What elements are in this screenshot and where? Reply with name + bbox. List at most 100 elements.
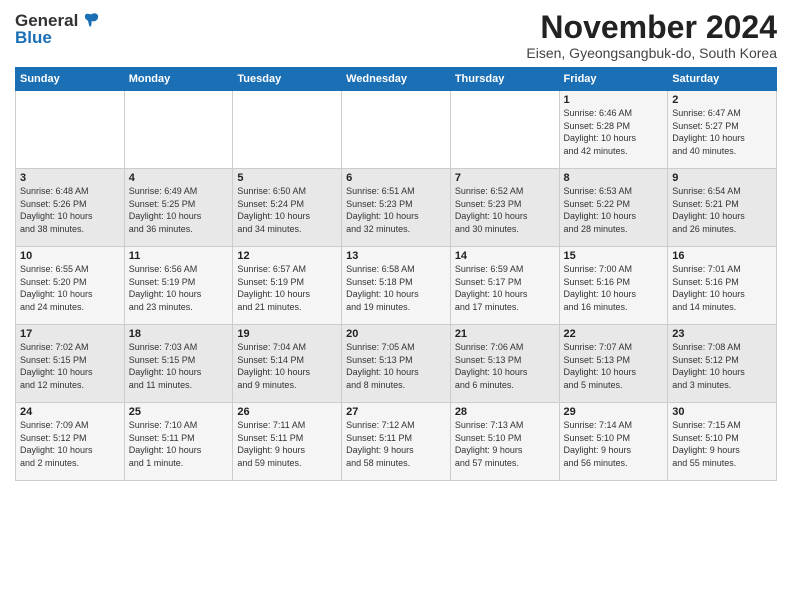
col-wednesday: Wednesday	[342, 68, 451, 91]
month-title: November 2024	[526, 10, 777, 45]
day-number: 18	[129, 328, 229, 340]
day-number: 3	[20, 172, 120, 184]
calendar-week-row-1: 1Sunrise: 6:46 AM Sunset: 5:28 PM Daylig…	[16, 91, 777, 169]
calendar-cell: 22Sunrise: 7:07 AM Sunset: 5:13 PM Dayli…	[559, 325, 668, 403]
day-info: Sunrise: 7:07 AM Sunset: 5:13 PM Dayligh…	[564, 341, 664, 391]
calendar-cell: 11Sunrise: 6:56 AM Sunset: 5:19 PM Dayli…	[124, 247, 233, 325]
calendar-cell: 27Sunrise: 7:12 AM Sunset: 5:11 PM Dayli…	[342, 403, 451, 481]
calendar-week-row-2: 3Sunrise: 6:48 AM Sunset: 5:26 PM Daylig…	[16, 169, 777, 247]
day-info: Sunrise: 6:46 AM Sunset: 5:28 PM Dayligh…	[564, 107, 664, 157]
col-thursday: Thursday	[450, 68, 559, 91]
day-info: Sunrise: 6:47 AM Sunset: 5:27 PM Dayligh…	[672, 107, 772, 157]
calendar-cell: 19Sunrise: 7:04 AM Sunset: 5:14 PM Dayli…	[233, 325, 342, 403]
logo-blue: Blue	[15, 28, 52, 48]
day-number: 4	[129, 172, 229, 184]
calendar-cell	[16, 91, 125, 169]
calendar-cell: 15Sunrise: 7:00 AM Sunset: 5:16 PM Dayli…	[559, 247, 668, 325]
day-info: Sunrise: 7:09 AM Sunset: 5:12 PM Dayligh…	[20, 419, 120, 469]
day-number: 8	[564, 172, 664, 184]
calendar-cell: 13Sunrise: 6:58 AM Sunset: 5:18 PM Dayli…	[342, 247, 451, 325]
day-number: 26	[237, 406, 337, 418]
calendar-week-row-3: 10Sunrise: 6:55 AM Sunset: 5:20 PM Dayli…	[16, 247, 777, 325]
day-info: Sunrise: 7:05 AM Sunset: 5:13 PM Dayligh…	[346, 341, 446, 391]
day-info: Sunrise: 6:50 AM Sunset: 5:24 PM Dayligh…	[237, 185, 337, 235]
day-number: 21	[455, 328, 555, 340]
calendar-cell: 18Sunrise: 7:03 AM Sunset: 5:15 PM Dayli…	[124, 325, 233, 403]
location: Eisen, Gyeongsangbuk-do, South Korea	[526, 45, 777, 61]
day-info: Sunrise: 7:11 AM Sunset: 5:11 PM Dayligh…	[237, 419, 337, 469]
calendar-cell: 20Sunrise: 7:05 AM Sunset: 5:13 PM Dayli…	[342, 325, 451, 403]
day-number: 19	[237, 328, 337, 340]
day-number: 13	[346, 250, 446, 262]
day-info: Sunrise: 7:00 AM Sunset: 5:16 PM Dayligh…	[564, 263, 664, 313]
day-number: 9	[672, 172, 772, 184]
calendar-table: Sunday Monday Tuesday Wednesday Thursday…	[15, 67, 777, 481]
day-number: 14	[455, 250, 555, 262]
logo-bird-icon	[81, 10, 103, 32]
day-number: 22	[564, 328, 664, 340]
calendar-cell: 25Sunrise: 7:10 AM Sunset: 5:11 PM Dayli…	[124, 403, 233, 481]
calendar-week-row-5: 24Sunrise: 7:09 AM Sunset: 5:12 PM Dayli…	[16, 403, 777, 481]
calendar-cell	[124, 91, 233, 169]
calendar-cell: 5Sunrise: 6:50 AM Sunset: 5:24 PM Daylig…	[233, 169, 342, 247]
calendar-cell: 14Sunrise: 6:59 AM Sunset: 5:17 PM Dayli…	[450, 247, 559, 325]
day-info: Sunrise: 7:04 AM Sunset: 5:14 PM Dayligh…	[237, 341, 337, 391]
calendar-week-row-4: 17Sunrise: 7:02 AM Sunset: 5:15 PM Dayli…	[16, 325, 777, 403]
day-info: Sunrise: 7:03 AM Sunset: 5:15 PM Dayligh…	[129, 341, 229, 391]
day-info: Sunrise: 6:58 AM Sunset: 5:18 PM Dayligh…	[346, 263, 446, 313]
day-info: Sunrise: 7:02 AM Sunset: 5:15 PM Dayligh…	[20, 341, 120, 391]
calendar-cell: 1Sunrise: 6:46 AM Sunset: 5:28 PM Daylig…	[559, 91, 668, 169]
day-number: 5	[237, 172, 337, 184]
col-friday: Friday	[559, 68, 668, 91]
day-number: 28	[455, 406, 555, 418]
logo: General Blue	[15, 10, 103, 48]
calendar-cell: 7Sunrise: 6:52 AM Sunset: 5:23 PM Daylig…	[450, 169, 559, 247]
calendar-cell: 30Sunrise: 7:15 AM Sunset: 5:10 PM Dayli…	[668, 403, 777, 481]
calendar-cell: 16Sunrise: 7:01 AM Sunset: 5:16 PM Dayli…	[668, 247, 777, 325]
calendar-cell: 29Sunrise: 7:14 AM Sunset: 5:10 PM Dayli…	[559, 403, 668, 481]
calendar-cell: 4Sunrise: 6:49 AM Sunset: 5:25 PM Daylig…	[124, 169, 233, 247]
calendar-cell: 26Sunrise: 7:11 AM Sunset: 5:11 PM Dayli…	[233, 403, 342, 481]
title-area: November 2024 Eisen, Gyeongsangbuk-do, S…	[526, 10, 777, 61]
header: General Blue November 2024 Eisen, Gyeong…	[15, 10, 777, 61]
day-number: 25	[129, 406, 229, 418]
calendar-cell: 10Sunrise: 6:55 AM Sunset: 5:20 PM Dayli…	[16, 247, 125, 325]
col-monday: Monday	[124, 68, 233, 91]
day-number: 29	[564, 406, 664, 418]
day-number: 2	[672, 94, 772, 106]
day-number: 20	[346, 328, 446, 340]
day-number: 27	[346, 406, 446, 418]
calendar-cell: 12Sunrise: 6:57 AM Sunset: 5:19 PM Dayli…	[233, 247, 342, 325]
day-info: Sunrise: 7:01 AM Sunset: 5:16 PM Dayligh…	[672, 263, 772, 313]
day-info: Sunrise: 6:56 AM Sunset: 5:19 PM Dayligh…	[129, 263, 229, 313]
day-info: Sunrise: 7:12 AM Sunset: 5:11 PM Dayligh…	[346, 419, 446, 469]
day-info: Sunrise: 6:54 AM Sunset: 5:21 PM Dayligh…	[672, 185, 772, 235]
day-info: Sunrise: 7:08 AM Sunset: 5:12 PM Dayligh…	[672, 341, 772, 391]
day-info: Sunrise: 7:15 AM Sunset: 5:10 PM Dayligh…	[672, 419, 772, 469]
day-info: Sunrise: 6:55 AM Sunset: 5:20 PM Dayligh…	[20, 263, 120, 313]
calendar-cell: 3Sunrise: 6:48 AM Sunset: 5:26 PM Daylig…	[16, 169, 125, 247]
day-info: Sunrise: 7:10 AM Sunset: 5:11 PM Dayligh…	[129, 419, 229, 469]
day-info: Sunrise: 7:13 AM Sunset: 5:10 PM Dayligh…	[455, 419, 555, 469]
day-info: Sunrise: 6:49 AM Sunset: 5:25 PM Dayligh…	[129, 185, 229, 235]
calendar-header-row: Sunday Monday Tuesday Wednesday Thursday…	[16, 68, 777, 91]
calendar-cell: 21Sunrise: 7:06 AM Sunset: 5:13 PM Dayli…	[450, 325, 559, 403]
day-number: 1	[564, 94, 664, 106]
day-info: Sunrise: 7:14 AM Sunset: 5:10 PM Dayligh…	[564, 419, 664, 469]
day-info: Sunrise: 6:57 AM Sunset: 5:19 PM Dayligh…	[237, 263, 337, 313]
calendar-cell	[450, 91, 559, 169]
calendar-cell: 24Sunrise: 7:09 AM Sunset: 5:12 PM Dayli…	[16, 403, 125, 481]
day-number: 11	[129, 250, 229, 262]
day-number: 15	[564, 250, 664, 262]
day-info: Sunrise: 6:52 AM Sunset: 5:23 PM Dayligh…	[455, 185, 555, 235]
page-container: General Blue November 2024 Eisen, Gyeong…	[0, 0, 792, 486]
day-number: 12	[237, 250, 337, 262]
day-info: Sunrise: 7:06 AM Sunset: 5:13 PM Dayligh…	[455, 341, 555, 391]
calendar-cell: 9Sunrise: 6:54 AM Sunset: 5:21 PM Daylig…	[668, 169, 777, 247]
day-info: Sunrise: 6:48 AM Sunset: 5:26 PM Dayligh…	[20, 185, 120, 235]
day-number: 7	[455, 172, 555, 184]
day-number: 30	[672, 406, 772, 418]
calendar-cell	[233, 91, 342, 169]
day-info: Sunrise: 6:59 AM Sunset: 5:17 PM Dayligh…	[455, 263, 555, 313]
calendar-cell: 8Sunrise: 6:53 AM Sunset: 5:22 PM Daylig…	[559, 169, 668, 247]
